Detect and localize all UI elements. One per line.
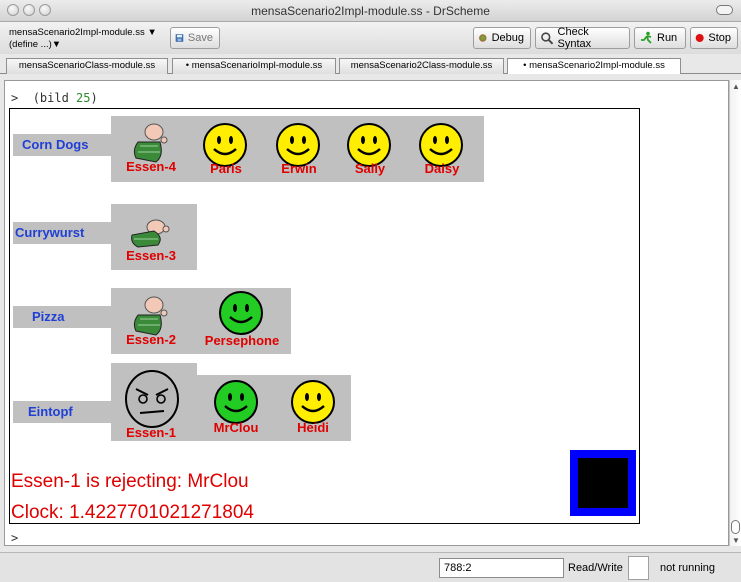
cursor-position-field[interactable]: 788:2 xyxy=(439,558,564,578)
server-label-essen-2: Essen-2 xyxy=(126,332,176,347)
tab-mensa-scenario-impl[interactable]: • mensaScenarioImpl-module.ss xyxy=(172,58,336,74)
title-bar: mensaScenario2Impl-module.ss - DrScheme xyxy=(0,0,741,22)
file-tabs: mensaScenarioClass-module.ss • mensaScen… xyxy=(0,56,741,74)
tab-mensa-scenario-class[interactable]: mensaScenarioClass-module.ss xyxy=(6,58,168,74)
stop-icon xyxy=(695,33,704,43)
check-syntax-button[interactable]: Check Syntax xyxy=(535,26,630,50)
save-icon xyxy=(175,34,184,42)
activity-indicator xyxy=(628,556,649,580)
repl-call-argument: 25 xyxy=(76,91,91,105)
tab-mensa-scenario2-impl[interactable]: • mensaScenario2Impl-module.ss xyxy=(507,58,681,74)
angry-face-icon xyxy=(124,369,180,432)
check-syntax-label: Check Syntax xyxy=(557,26,592,50)
debug-button[interactable]: Debug xyxy=(473,27,531,49)
stop-label: Stop xyxy=(708,32,731,44)
bug-icon xyxy=(479,34,487,42)
customer-label-paris: Paris xyxy=(210,161,242,176)
blue-frame-box xyxy=(570,450,636,516)
food-label-currywurst: Currywurst xyxy=(15,225,85,240)
server-label-essen-3: Essen-3 xyxy=(126,248,176,263)
customer-label-sally: Sally xyxy=(354,161,386,176)
repl-prompt: > xyxy=(11,91,19,105)
toolbar: mensaScenario2Impl-module.ss ▼ (define .… xyxy=(0,22,741,54)
customer-label-mrclou: MrClou xyxy=(213,420,259,435)
customer-label-heidi: Heidi xyxy=(297,420,329,435)
magnifier-icon xyxy=(541,32,554,45)
save-label: Save xyxy=(187,32,213,44)
run-label: Run xyxy=(657,32,678,44)
tab-mensa-scenario2-class[interactable]: mensaScenario2Class-module.ss xyxy=(339,58,504,74)
simulation-image: Corn Dogs Essen-4 Paris Erwin Sally Dais… xyxy=(9,108,640,524)
save-button[interactable]: Save xyxy=(170,27,220,49)
food-label-corn-dogs: Corn Dogs xyxy=(22,137,89,152)
file-name-popup[interactable]: mensaScenario2Impl-module.ss ▼ (define .… xyxy=(9,27,157,51)
stop-button[interactable]: Stop xyxy=(690,27,738,49)
food-label-eintopf: Eintopf xyxy=(28,404,73,419)
runner-icon xyxy=(641,31,652,44)
scroll-up-arrow-icon[interactable]: ▲ xyxy=(732,82,740,91)
run-button[interactable]: Run xyxy=(634,27,686,49)
window-title: mensaScenario2Impl-module.ss - DrScheme xyxy=(251,4,490,18)
chevron-down-icon: ▼ xyxy=(147,27,157,38)
black-square xyxy=(578,458,628,508)
green-smiley-icon xyxy=(218,290,264,339)
customer-label-erwin: Erwin xyxy=(281,161,317,176)
scroll-down-arrow-icon[interactable]: ▼ xyxy=(732,536,740,545)
customer-label-daisy: Daisy xyxy=(424,161,460,176)
interactions-window[interactable]: > (bild 25) Corn Dogs Essen-4 Paris Erwi… xyxy=(4,80,729,546)
server-label-essen-1: Essen-1 xyxy=(126,425,176,440)
chevron-down-icon: ▼ xyxy=(51,39,62,50)
food-label-pizza: Pizza xyxy=(32,309,65,324)
repl-call-close: ) xyxy=(90,91,98,105)
status-bar: 788:2 Read/Write not running xyxy=(0,552,741,582)
repl-next-prompt: > xyxy=(11,531,19,545)
customer-label-persephone: Persephone xyxy=(204,333,280,348)
rejection-message: Essen-1 is rejecting: MrClou xyxy=(11,471,249,492)
repl-input-line: > (bild 25) xyxy=(11,91,98,105)
define-popup-label: (define ...) xyxy=(9,39,52,50)
file-name-label: mensaScenario2Impl-module.ss xyxy=(9,27,145,38)
running-status: not running xyxy=(660,562,716,574)
debug-label: Debug xyxy=(491,32,524,44)
read-write-label: Read/Write xyxy=(568,562,623,574)
scroll-thumb[interactable] xyxy=(731,520,740,534)
toolbar-toggle-button[interactable] xyxy=(716,5,733,15)
clock-readout: Clock: 1.4227701021271804 xyxy=(11,502,254,523)
repl-call: (bild xyxy=(32,91,77,105)
server-label-essen-4: Essen-4 xyxy=(126,159,176,174)
vertical-scrollbar[interactable]: ▲ ▼ xyxy=(729,80,741,546)
